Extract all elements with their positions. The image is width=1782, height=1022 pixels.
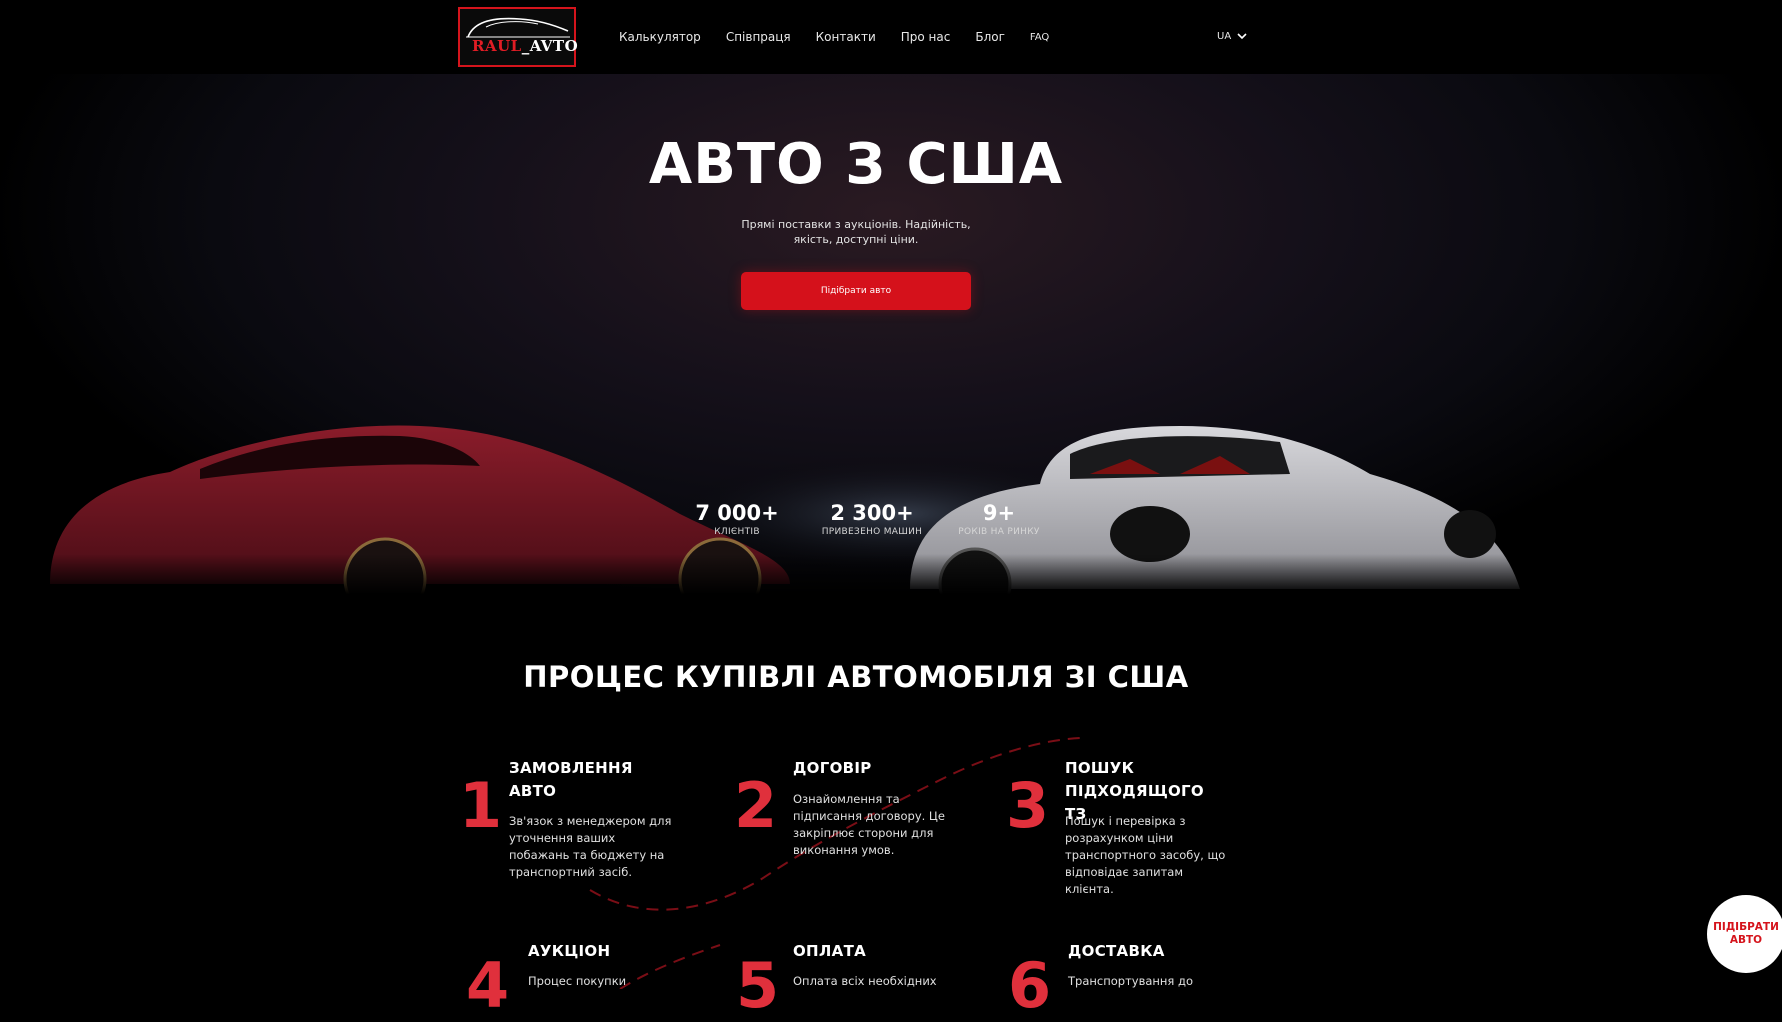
logo-text-suffix: _AVTO bbox=[521, 37, 579, 55]
step-description-line: відповідає запитам bbox=[1065, 865, 1183, 879]
floating-button-line: АВТО bbox=[1729, 934, 1763, 946]
step-title-line: ПОШУК bbox=[1065, 759, 1135, 777]
car-logo-icon bbox=[466, 17, 570, 38]
hero-fade bbox=[0, 554, 1782, 594]
pick-car-button[interactable]: Підібрати авто bbox=[741, 272, 971, 310]
floating-pick-car-button[interactable]: ПІДІБРАТИ АВТО bbox=[1707, 895, 1782, 973]
step-number: 2 bbox=[734, 769, 778, 842]
step-description-line: розрахунком ціни bbox=[1065, 831, 1174, 845]
hero-subtitle-line: Прямі поставки з аукціонів. Надійність, bbox=[741, 218, 971, 231]
hero-subtitle-line: якість, доступні ціни. bbox=[793, 233, 919, 246]
stat-label: ПРИВЕЗЕНО МАШИН bbox=[821, 527, 923, 537]
step-description: Оплата всіх необхідних bbox=[793, 974, 937, 988]
step-description-line: Зв'язок з менеджером для bbox=[509, 814, 672, 828]
stat-label: РОКІВ НА РИНКУ bbox=[958, 527, 1040, 537]
chevron-down-icon bbox=[1237, 33, 1247, 40]
hero-subtitle: Прямі поставки з аукціонів. Надійність, … bbox=[736, 217, 976, 247]
step-description-line: підписання договору. Це bbox=[793, 809, 945, 823]
step-description: Транспортування до bbox=[1068, 974, 1193, 988]
language-label: UA bbox=[1217, 31, 1232, 42]
step-description-line: клієнта. bbox=[1065, 882, 1114, 896]
step-description: Пошук і перевірка з розрахунком ціни тра… bbox=[1065, 813, 1235, 898]
step-title: ДОГОВІР bbox=[793, 759, 872, 777]
step-number: 5 bbox=[736, 949, 780, 1022]
step-description: Процес покупки bbox=[528, 974, 627, 988]
nav-cooperation[interactable]: Співпраця bbox=[726, 30, 791, 44]
header: RAUL_AVTO Калькулятор Співпраця Контакти… bbox=[0, 0, 1782, 74]
step-description: Зв'язок з менеджером для уточнення ваших… bbox=[509, 813, 679, 881]
nav-calculator[interactable]: Калькулятор bbox=[619, 30, 701, 44]
step-title: ДОСТАВКА bbox=[1068, 942, 1165, 960]
main-menu: Калькулятор Співпраця Контакти Про нас Б… bbox=[619, 30, 1049, 44]
logo-text: RAUL_AVTO bbox=[472, 37, 578, 55]
step-number: 1 bbox=[459, 769, 503, 842]
step-title-line: ЗАМОВЛЕННЯ bbox=[509, 759, 633, 777]
floating-button-line: ПІДІБРАТИ bbox=[1713, 921, 1779, 933]
step-description-line: закріплює сторони для bbox=[793, 826, 934, 840]
step-number: 4 bbox=[466, 949, 510, 1022]
stat-number: 2 300+ bbox=[830, 501, 914, 525]
nav-blog[interactable]: Блог bbox=[975, 30, 1005, 44]
nav-contacts[interactable]: Контакти bbox=[816, 30, 876, 44]
step-number: 3 bbox=[1006, 769, 1050, 842]
step-title: ЗАМОВЛЕННЯ АВТО bbox=[509, 757, 633, 803]
stat-years: 9+ РОКІВ НА РИНКУ bbox=[948, 501, 1050, 537]
step-title: ОПЛАТА bbox=[793, 942, 867, 960]
floating-button-label: ПІДІБРАТИ АВТО bbox=[1713, 921, 1779, 947]
step-description: Ознайомлення та підписання договору. Це … bbox=[793, 791, 953, 859]
step-title: АУКЦІОН bbox=[528, 942, 611, 960]
nav-faq[interactable]: FAQ bbox=[1030, 32, 1049, 44]
hero-title: АВТО З США bbox=[648, 132, 1064, 197]
step-description-line: виконання умов. bbox=[793, 843, 895, 857]
stat-clients: 7 000+ КЛІЄНТІВ bbox=[682, 501, 792, 537]
stat-cars-delivered: 2 300+ ПРИВЕЗЕНО МАШИН bbox=[812, 501, 932, 537]
logo-text-brand: RAUL bbox=[472, 37, 522, 55]
logo[interactable]: RAUL_AVTO bbox=[458, 7, 578, 67]
nav-about[interactable]: Про нас bbox=[901, 30, 951, 44]
step-description-line: Пошук і перевірка з bbox=[1065, 814, 1186, 828]
step-title-line: АВТО bbox=[509, 782, 557, 800]
hero-section: АВТО З США Прямі поставки з аукціонів. Н… bbox=[0, 74, 1782, 594]
step-description-line: транспортний засіб. bbox=[509, 865, 632, 879]
step-description-line: уточнення ваших bbox=[509, 831, 616, 845]
stat-label: КЛІЄНТІВ bbox=[714, 527, 760, 537]
process-title: ПРОЦЕС КУПІВЛІ АВТОМОБІЛЯ ЗІ США bbox=[523, 660, 1189, 694]
language-selector[interactable]: UA bbox=[1217, 31, 1247, 42]
step-description-line: транспортного засобу, що bbox=[1065, 848, 1226, 862]
step-number: 6 bbox=[1008, 949, 1052, 1022]
step-description-line: побажань та бюджету на bbox=[509, 848, 665, 862]
stat-number: 7 000+ bbox=[695, 501, 779, 525]
step-description-line: Ознайомлення та bbox=[793, 792, 900, 806]
stat-number: 9+ bbox=[982, 501, 1016, 525]
